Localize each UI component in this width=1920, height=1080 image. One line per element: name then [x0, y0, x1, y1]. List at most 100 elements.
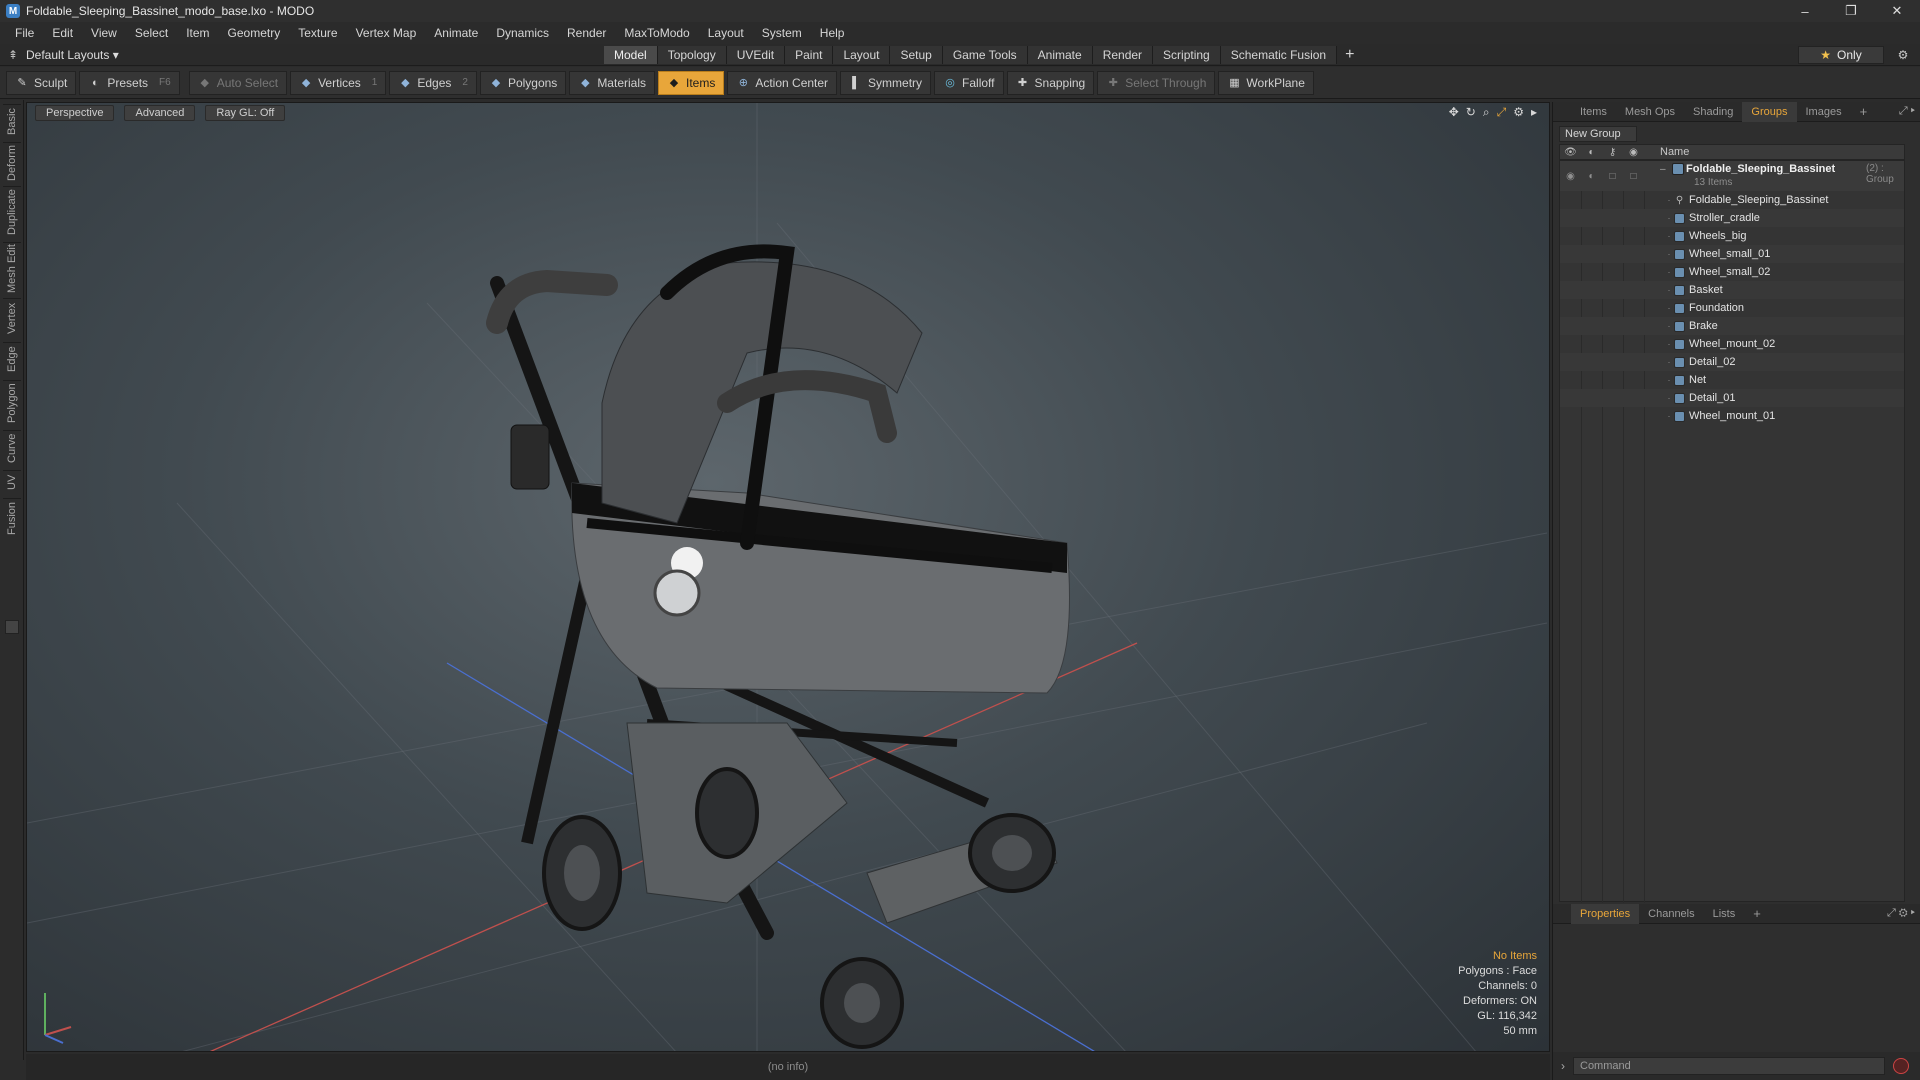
menu-view[interactable]: View [82, 22, 126, 44]
vtab-fusion[interactable]: Fusion [3, 498, 21, 538]
vtab-basic[interactable]: Basic [3, 104, 21, 138]
tab-paint[interactable]: Paint [785, 46, 834, 64]
shading-dropdown[interactable]: Advanced [124, 105, 196, 121]
group-item-row[interactable]: · Stroller_cradle [1560, 209, 1904, 227]
menu-maxtomodo[interactable]: MaxToModo [615, 22, 698, 44]
rotate-icon[interactable]: ↻ [1466, 105, 1476, 120]
group-item-row[interactable]: · ⚲ Foldable_Sleeping_Bassinet [1560, 191, 1904, 209]
add-properties-tab-button[interactable]: + [1744, 904, 1770, 924]
tab-schematic-fusion[interactable]: Schematic Fusion [1220, 46, 1338, 64]
group-row[interactable]: ◉ ◐ □ □ – Foldable_Sleeping_Bassinet (2)… [1560, 161, 1904, 191]
menu-item[interactable]: Item [177, 22, 218, 44]
tab-items[interactable]: Items [1571, 102, 1616, 122]
vtab-curve[interactable]: Curve [3, 430, 21, 466]
menu-system[interactable]: System [753, 22, 811, 44]
group-item-row[interactable]: · Brake [1560, 317, 1904, 335]
presets-button[interactable]: ◐ Presets F6 [79, 70, 180, 95]
symmetry-button[interactable]: ▌ Symmetry [840, 70, 932, 95]
menu-vertex-map[interactable]: Vertex Map [347, 22, 426, 44]
tab-render[interactable]: Render [1092, 46, 1154, 64]
sculpt-button[interactable]: ✎ Sculpt [6, 70, 77, 95]
tab-game-tools[interactable]: Game Tools [942, 46, 1028, 64]
group-item-row[interactable]: · Wheel_small_01 [1560, 245, 1904, 263]
menu-file[interactable]: File [6, 22, 43, 44]
tab-channels[interactable]: Channels [1639, 904, 1703, 924]
raygl-toggle[interactable]: Ray GL: Off [205, 105, 286, 121]
items-button[interactable]: ◆ Items [658, 70, 725, 95]
lock-column-icon[interactable]: ⚷ [1602, 147, 1623, 158]
group-item-row[interactable]: · Wheel_mount_01 [1560, 407, 1904, 425]
menu-geometry[interactable]: Geometry [219, 22, 290, 44]
falloff-button[interactable]: ◎ Falloff [934, 70, 1004, 95]
vtab-deform[interactable]: Deform [3, 142, 21, 182]
vtab-duplicate[interactable]: Duplicate [3, 186, 21, 238]
tab-mesh-ops[interactable]: Mesh Ops [1616, 102, 1684, 122]
panel-toggle-button[interactable] [5, 620, 19, 634]
group-item-row[interactable]: · Wheel_small_02 [1560, 263, 1904, 281]
group-item-row[interactable]: · Wheels_big [1560, 227, 1904, 245]
menu-dynamics[interactable]: Dynamics [487, 22, 558, 44]
3d-viewport[interactable]: Perspective Advanced Ray GL: Off ✥ ↻ ⌕ ⤢… [26, 102, 1550, 1052]
add-panel-tab-button[interactable]: + [1851, 102, 1877, 122]
vtab-vertex[interactable]: Vertex [3, 298, 21, 338]
action-center-button[interactable]: ⊕ Action Center [727, 70, 838, 95]
tab-topology[interactable]: Topology [657, 46, 727, 64]
record-macro-icon[interactable] [1893, 1058, 1909, 1074]
group-item-row[interactable]: · Detail_02 [1560, 353, 1904, 371]
command-history-icon[interactable]: › [1553, 1059, 1573, 1073]
tab-groups[interactable]: Groups [1742, 101, 1797, 122]
menu-render[interactable]: Render [558, 22, 615, 44]
select-column-icon[interactable]: ◉ [1623, 147, 1644, 158]
tab-properties[interactable]: Properties [1571, 903, 1640, 924]
expand-arrow-icon[interactable]: ▸ [1531, 105, 1537, 120]
minimize-icon[interactable]: – [1782, 0, 1828, 22]
select-through-button[interactable]: ✚ Select Through [1097, 70, 1216, 95]
viewport-settings-icon[interactable]: ⚙ [1513, 105, 1524, 120]
command-input[interactable] [1573, 1057, 1885, 1075]
only-toggle[interactable]: ★ Only [1798, 46, 1884, 64]
tab-setup[interactable]: Setup [890, 46, 943, 64]
vertices-button[interactable]: ◆ Vertices 1 [290, 70, 387, 95]
layouts-dropdown[interactable]: ⇞ Default Layouts ▾ [6, 44, 119, 66]
group-item-row[interactable]: · Net [1560, 371, 1904, 389]
lock-icon[interactable]: □ [1602, 167, 1623, 185]
tab-images[interactable]: Images [1797, 102, 1851, 122]
maximize-icon[interactable]: ❐ [1828, 0, 1874, 22]
tab-lists[interactable]: Lists [1704, 904, 1745, 924]
collapse-up-icon[interactable]: ⇞ [6, 48, 20, 62]
vtab-mesh-edit[interactable]: Mesh Edit [3, 242, 21, 294]
menu-select[interactable]: Select [126, 22, 177, 44]
add-tab-button[interactable]: + [1337, 46, 1362, 64]
menu-edit[interactable]: Edit [43, 22, 82, 44]
panel-expand-icon[interactable]: ⤢ ▸ [1899, 105, 1915, 118]
vtab-edge[interactable]: Edge [3, 342, 21, 376]
render-icon[interactable]: ◐ [1581, 167, 1602, 185]
group-item-row[interactable]: · Wheel_mount_02 [1560, 335, 1904, 353]
vtab-polygon[interactable]: Polygon [3, 380, 21, 426]
group-item-row[interactable]: · Foundation [1560, 299, 1904, 317]
edges-button[interactable]: ◆ Edges 2 [389, 70, 477, 95]
menu-help[interactable]: Help [811, 22, 854, 44]
workplane-button[interactable]: ▦ WorkPlane [1218, 70, 1314, 95]
select-icon[interactable]: □ [1623, 167, 1644, 185]
fit-icon[interactable]: ⤢ [1497, 105, 1507, 120]
chevron-down-icon[interactable]: – [1660, 164, 1666, 175]
visibility-column-icon[interactable]: 👁 [1560, 147, 1581, 158]
polygons-button[interactable]: ◆ Polygons [479, 70, 567, 95]
zoom-icon[interactable]: ⌕ [1483, 105, 1490, 120]
new-group-button[interactable]: New Group [1559, 126, 1637, 142]
group-item-row[interactable]: · Detail_01 [1560, 389, 1904, 407]
tab-layout[interactable]: Layout [833, 46, 891, 64]
view-mode-dropdown[interactable]: Perspective [35, 105, 115, 121]
tab-shading[interactable]: Shading [1684, 102, 1742, 122]
menu-animate[interactable]: Animate [425, 22, 487, 44]
menu-texture[interactable]: Texture [289, 22, 346, 44]
tab-uvedit[interactable]: UVEdit [726, 46, 786, 64]
pan-icon[interactable]: ✥ [1449, 105, 1459, 120]
tab-animate[interactable]: Animate [1027, 46, 1093, 64]
auto-select-button[interactable]: ◆ Auto Select [188, 70, 288, 95]
menu-layout[interactable]: Layout [699, 22, 753, 44]
gear-icon[interactable]: ⚙ [1894, 46, 1912, 64]
eye-icon[interactable]: ◉ [1560, 167, 1581, 185]
materials-button[interactable]: ◆ Materials [569, 70, 655, 95]
